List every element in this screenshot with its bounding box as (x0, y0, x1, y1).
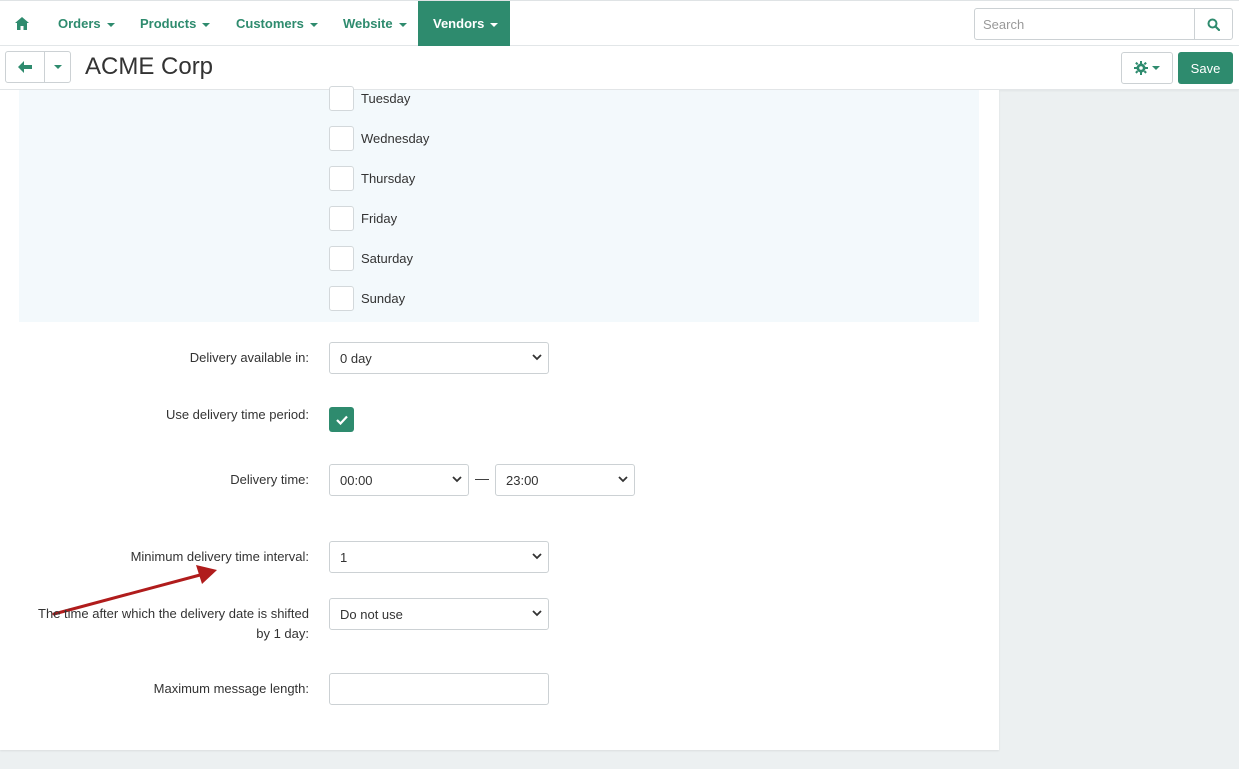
day-option-friday: Friday (329, 205, 397, 231)
min-interval-value: 1 (340, 549, 348, 565)
shift-time-label-line1: The time after which the delivery date i… (38, 606, 309, 621)
arrow-left-icon (18, 61, 32, 73)
time-range-separator: — (475, 470, 489, 486)
day-option-wednesday: Wednesday (329, 125, 429, 151)
max-message-length-input[interactable] (329, 673, 549, 705)
day-option-sunday: Sunday (329, 285, 405, 311)
chevron-down-icon (532, 553, 542, 560)
home-icon[interactable] (8, 1, 36, 46)
day-option-thursday: Thursday (329, 165, 415, 191)
delivery-available-label: Delivery available in: (189, 350, 309, 365)
caret-down-icon (398, 22, 407, 27)
nav-orders-label: Orders (58, 16, 101, 31)
save-button[interactable]: Save (1178, 52, 1233, 84)
nav-vendors[interactable]: Vendors (418, 1, 510, 46)
delivery-time-to-select[interactable]: 23:00 (495, 464, 635, 496)
gear-icon (1134, 61, 1148, 75)
shift-time-label: The time after which the delivery date i… (38, 604, 309, 644)
shift-time-select[interactable]: Do not use (329, 598, 549, 630)
day-label: Friday (361, 210, 398, 226)
day-label: Thursday (361, 170, 416, 186)
chevron-down-icon (452, 476, 462, 483)
search-icon[interactable] (1194, 9, 1232, 39)
day-label: Saturday (361, 250, 414, 266)
page-header: ACME Corp Save (0, 46, 1239, 90)
delivery-time-label: Delivery time: (230, 472, 309, 487)
nav-customers[interactable]: Customers (221, 1, 333, 46)
day-checkbox[interactable] (329, 125, 354, 151)
day-option-saturday: Saturday (329, 245, 413, 271)
min-interval-select[interactable]: 1 (329, 541, 549, 573)
nav-website[interactable]: Website (328, 1, 422, 46)
day-checkbox[interactable] (329, 205, 354, 231)
nav-products-label: Products (140, 16, 197, 31)
use-period-label: Use delivery time period: (165, 407, 309, 422)
back-button[interactable] (5, 51, 45, 83)
caret-down-icon (490, 22, 499, 27)
day-option-tuesday: Tuesday (329, 85, 410, 111)
chevron-down-icon (532, 354, 542, 361)
day-label: Wednesday (361, 130, 430, 146)
page-title: ACME Corp (85, 53, 214, 80)
caret-down-icon (106, 22, 115, 27)
weekdays-section (19, 90, 979, 322)
chevron-down-icon (532, 610, 542, 617)
delivery-time-from-value: 00:00 (340, 472, 373, 488)
delivery-available-select[interactable]: 0 day (329, 342, 549, 374)
nav-vendors-label: Vendors (433, 16, 485, 31)
settings-dropdown-button[interactable] (1121, 52, 1173, 84)
back-dropdown-button[interactable] (44, 51, 71, 83)
nav-website-label: Website (343, 16, 393, 31)
caret-down-icon (309, 22, 318, 27)
day-label: Sunday (361, 290, 406, 306)
use-period-checkbox[interactable] (329, 407, 354, 432)
checkmark-icon (335, 415, 348, 425)
shift-time-value: Do not use (340, 606, 403, 622)
top-navbar: Orders Products Customers Website Vendor… (0, 0, 1239, 46)
chevron-down-icon (618, 476, 628, 483)
shift-time-label-line2: by 1 day: (256, 626, 309, 641)
delivery-available-value: 0 day (340, 350, 372, 366)
search-input[interactable] (975, 9, 1194, 39)
day-checkbox[interactable] (329, 165, 354, 191)
nav-customers-label: Customers (236, 16, 304, 31)
caret-down-icon (202, 22, 211, 27)
max-message-length-label: Maximum message length: (153, 681, 309, 696)
min-interval-label: Minimum delivery time interval: (130, 549, 309, 564)
day-checkbox[interactable] (329, 85, 354, 111)
nav-products[interactable]: Products (125, 1, 225, 46)
search-box (974, 8, 1233, 40)
delivery-time-from-select[interactable]: 00:00 (329, 464, 469, 496)
caret-down-icon (1152, 66, 1160, 70)
day-checkbox[interactable] (329, 245, 354, 271)
day-checkbox[interactable] (329, 285, 354, 311)
delivery-time-to-value: 23:00 (506, 472, 539, 488)
caret-down-icon (53, 65, 62, 69)
day-label: Tuesday (361, 90, 411, 106)
nav-orders[interactable]: Orders (43, 1, 130, 46)
vendor-settings-panel: Tuesday Wednesday Thursday Friday Saturd… (0, 85, 999, 750)
